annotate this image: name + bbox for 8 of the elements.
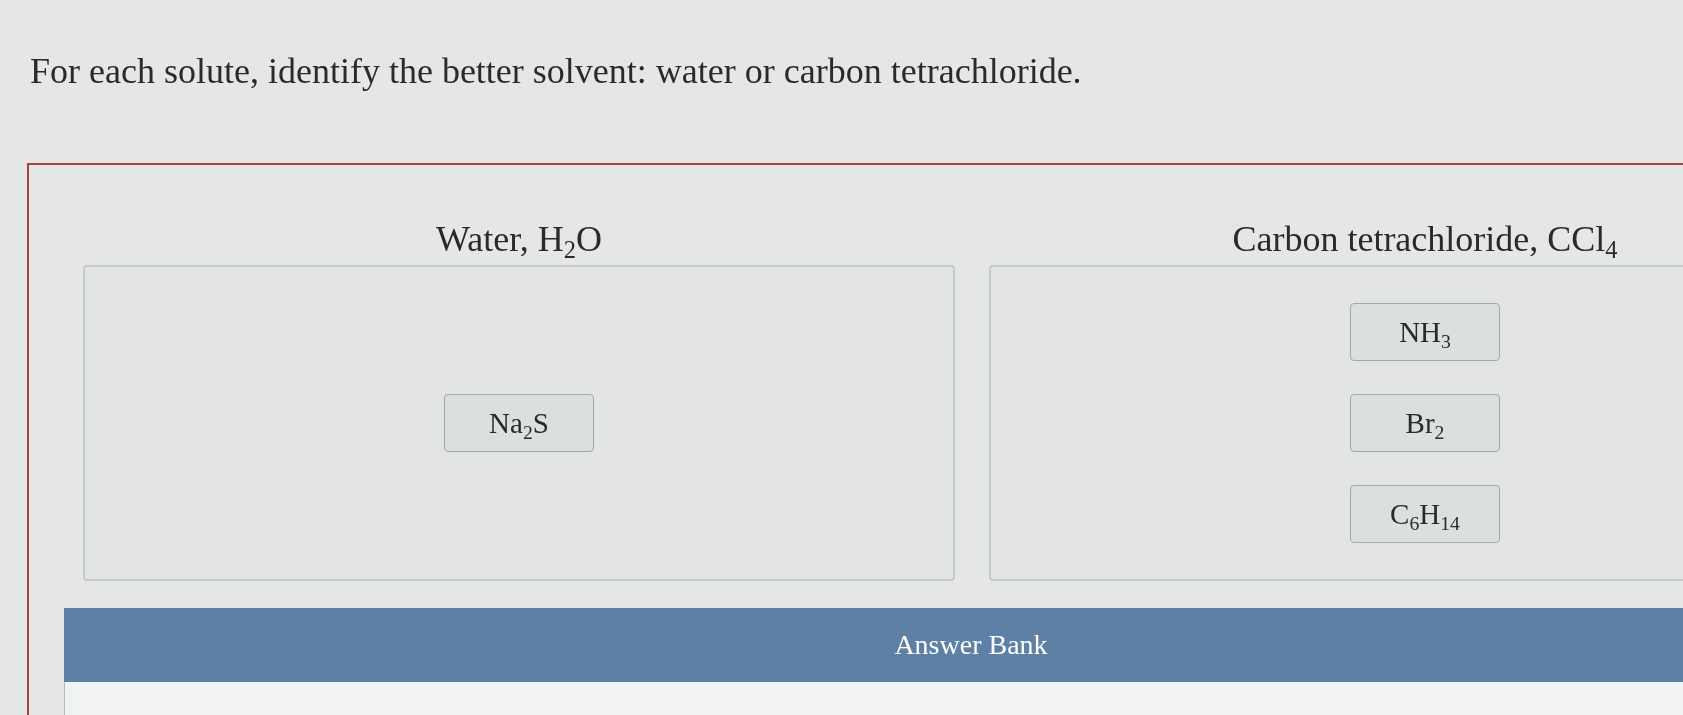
answer-tile[interactable]: C$_{6}$H$_{14}$ (1350, 485, 1500, 543)
answer-tile[interactable]: NH$_{3}$ (1350, 303, 1500, 361)
bin-title: Water, H$_{2}$O (436, 218, 602, 261)
answer-tile[interactable]: Na$_{2}$S (444, 394, 594, 452)
answer-tile[interactable]: Br$_{2}$ (1350, 394, 1500, 452)
question-text: For each solute, identify the better solvent: water or carbon tetrachloride. (29, 50, 1083, 92)
answer-bank-title: Answer Bank (894, 629, 1048, 661)
bin-title: Carbon tetrachloride, CCl$_{4}$ (1232, 218, 1618, 261)
